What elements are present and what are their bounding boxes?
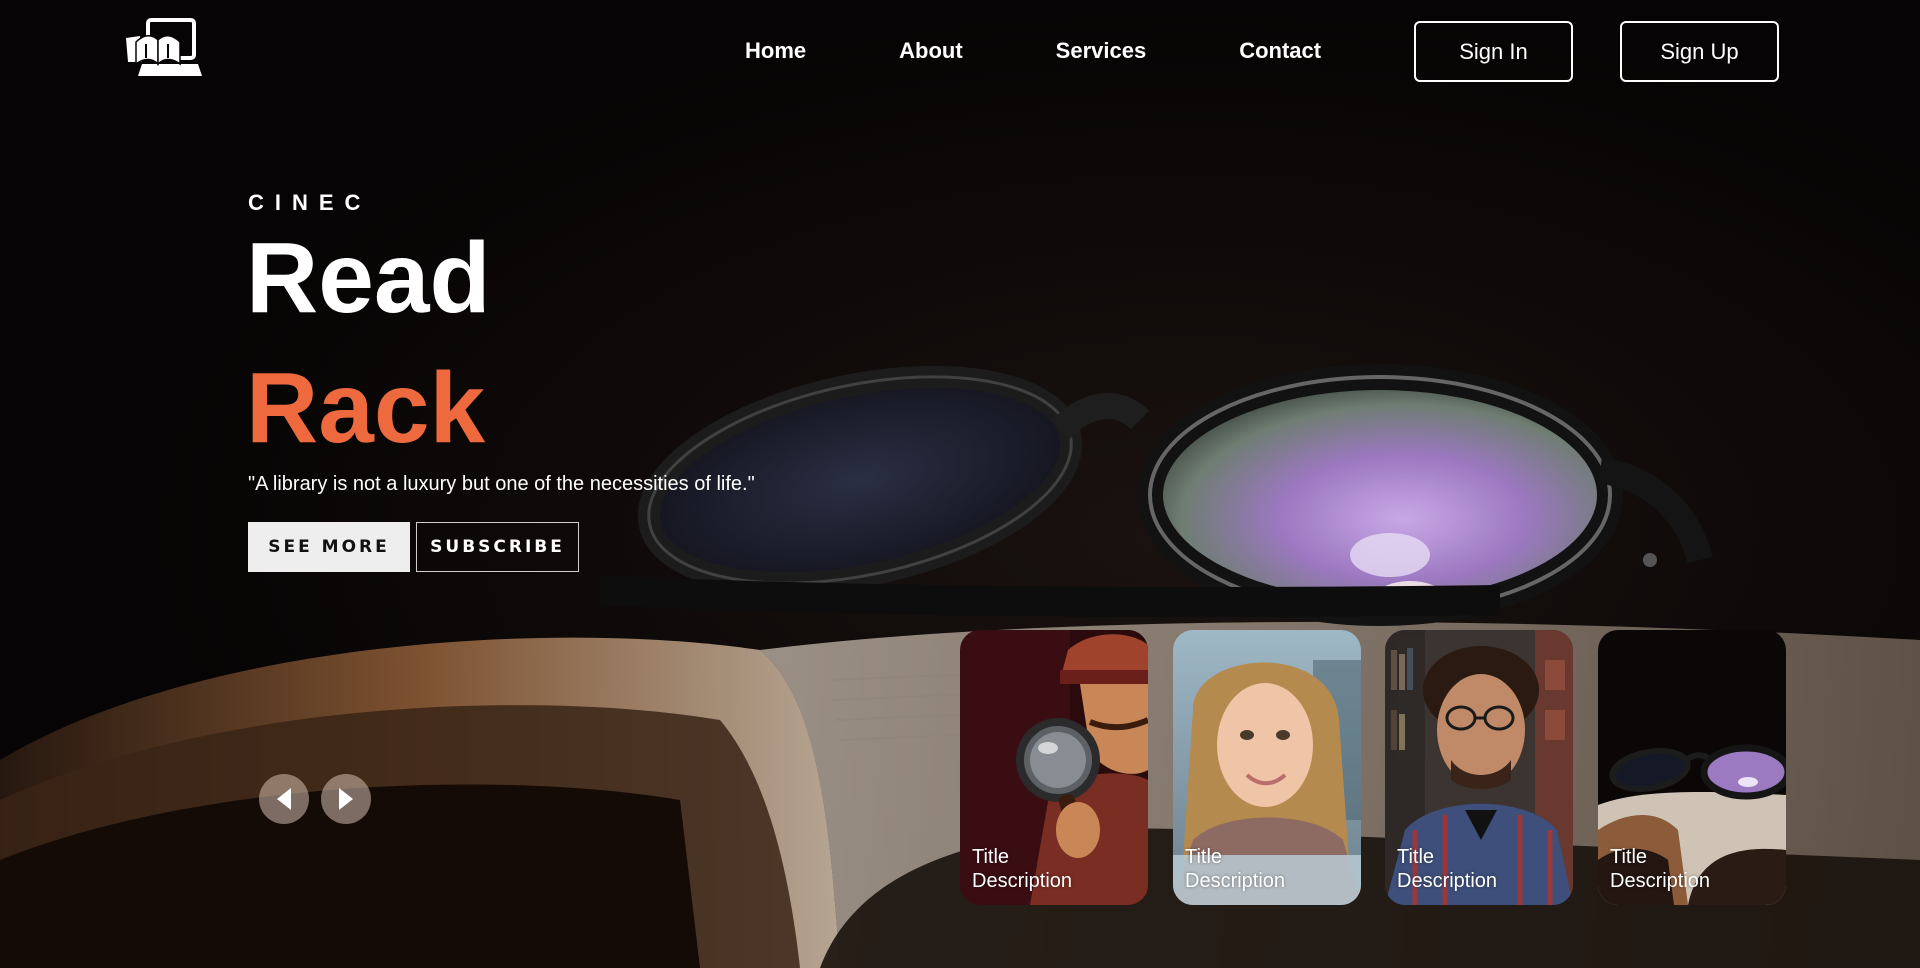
- main-nav: Home About Services Contact: [745, 38, 1321, 64]
- card-caption: Title Description: [1397, 845, 1497, 893]
- nav-contact-link[interactable]: Contact: [1239, 38, 1321, 64]
- slider-card[interactable]: Title Description: [960, 630, 1148, 905]
- card-title: Title: [1185, 846, 1223, 868]
- subscribe-button[interactable]: SUBSCRIBE: [416, 522, 579, 572]
- card-title: Title: [1397, 846, 1435, 868]
- slider-card[interactable]: Title Description: [1598, 630, 1786, 905]
- slider-next-button[interactable]: [321, 774, 371, 824]
- nav-about-link[interactable]: About: [899, 38, 963, 64]
- slider-card[interactable]: Title Description: [1385, 630, 1573, 905]
- card-caption: Title Description: [972, 845, 1072, 893]
- sign-up-button[interactable]: Sign Up: [1620, 21, 1779, 82]
- card-description: Description: [972, 870, 1073, 892]
- hero-eyebrow: CINEC: [248, 190, 372, 215]
- hero-page: Home About Services Contact Sign In Sign…: [0, 0, 1920, 968]
- see-more-button[interactable]: SEE MORE: [248, 522, 410, 572]
- card-caption: Title Description: [1610, 845, 1710, 893]
- card-description: Description: [1185, 870, 1286, 892]
- nav-home-link[interactable]: Home: [745, 38, 806, 64]
- slider-prev-button[interactable]: [259, 774, 309, 824]
- hero-quote: "A library is not a luxury but one of th…: [248, 473, 755, 495]
- card-title: Title: [1610, 846, 1648, 868]
- card-description: Description: [1610, 870, 1711, 892]
- library-logo-icon[interactable]: [124, 18, 202, 80]
- chevron-right-icon: [339, 788, 353, 810]
- hero-subtitle: Rack: [246, 352, 486, 464]
- card-title: Title: [972, 846, 1010, 868]
- sign-in-button[interactable]: Sign In: [1414, 21, 1573, 82]
- chevron-left-icon: [277, 788, 291, 810]
- slider-card[interactable]: Title Description: [1173, 630, 1361, 905]
- nav-services-link[interactable]: Services: [1056, 38, 1147, 64]
- card-description: Description: [1397, 870, 1498, 892]
- card-caption: Title Description: [1185, 845, 1285, 893]
- hero-title: Read: [246, 222, 491, 334]
